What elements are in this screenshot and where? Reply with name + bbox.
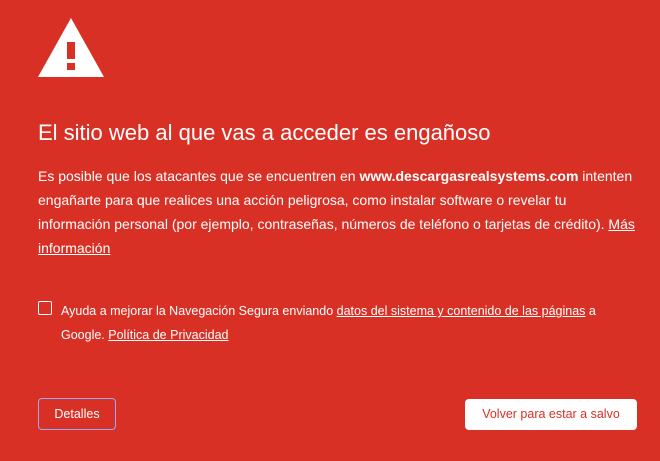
warning-description: Es posible que los atacantes que se encu… — [38, 164, 638, 260]
optin-label: Ayuda a mejorar la Navegación Segura env… — [61, 299, 631, 347]
description-text-start: Es posible que los atacantes que se encu… — [38, 168, 360, 184]
warning-triangle-icon — [38, 18, 104, 77]
safe-browsing-optin: Ayuda a mejorar la Navegación Segura env… — [38, 299, 638, 347]
optin-checkbox[interactable] — [38, 301, 52, 315]
page-title: El sitio web al que vas a acceder es eng… — [38, 120, 491, 145]
back-to-safety-button[interactable]: Volver para estar a salvo — [465, 399, 637, 430]
privacy-policy-link[interactable]: Política de Privacidad — [108, 328, 228, 342]
details-button[interactable]: Detalles — [38, 398, 116, 430]
site-domain: www.descargasrealsystems.com — [359, 168, 579, 184]
optin-text-start: Ayuda a mejorar la Navegación Segura env… — [61, 304, 337, 318]
system-data-link[interactable]: datos del sistema y contenido de las pág… — [337, 304, 586, 318]
